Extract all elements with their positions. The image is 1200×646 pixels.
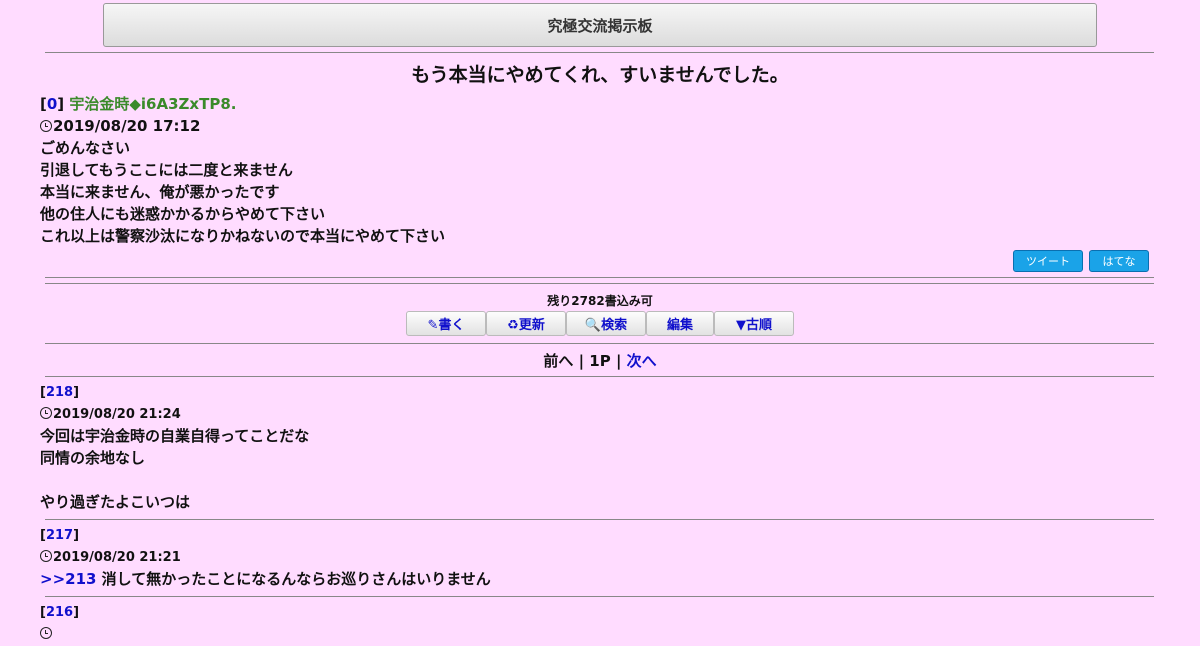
post-date: [40, 624, 53, 646]
divider: [45, 277, 1154, 278]
post-line: やり過ぎたよこいつは: [40, 493, 191, 511]
pager-next-link[interactable]: 次へ: [627, 352, 657, 370]
pager-separator: |: [615, 352, 622, 370]
post-line: >>213 消して無かったことになるんならお巡りさんはいりません: [40, 568, 491, 590]
hatena-button[interactable]: はてな: [1089, 250, 1149, 272]
op-line: 引退してもうここには二度と来ません: [40, 161, 293, 179]
post-number-link[interactable]: 0: [47, 95, 57, 113]
op-header: [0] 宇治金時◆i6A3ZxTP8.: [40, 95, 237, 113]
op-date: 2019/08/20 17:12: [40, 115, 200, 137]
refresh-button[interactable]: ♻更新: [486, 311, 566, 336]
post-line: 今回は宇治金時の自業自得ってことだな: [40, 427, 310, 445]
op-author: 宇治金時◆i6A3ZxTP8.: [69, 95, 237, 113]
post-number-link[interactable]: 216: [46, 605, 73, 620]
divider: [45, 52, 1154, 53]
post-text: 消して無かったことになるんならお巡りさんはいりません: [96, 570, 491, 588]
divider: [45, 519, 1154, 520]
post-header: [217]: [40, 528, 80, 543]
write-button[interactable]: ✎書く: [406, 311, 486, 336]
op-date-text: 2019/08/20 17:12: [53, 117, 201, 135]
post-date-text: 2019/08/20 21:24: [53, 407, 181, 422]
post-number-link[interactable]: 218: [46, 385, 73, 400]
post-header: [218]: [40, 385, 80, 400]
op-line: 本当に来ません、俺が悪かったです: [40, 183, 280, 201]
post-date-text: 2019/08/20 21:21: [53, 550, 181, 565]
toolbar: ✎書く ♻更新 🔍検索 編集 ▼古順: [406, 311, 794, 336]
board-title: 究極交流掲示板: [547, 16, 653, 35]
clock-icon: [40, 120, 52, 132]
pager-prev: 前へ: [543, 352, 574, 370]
clock-icon: [40, 550, 52, 562]
divider: [45, 343, 1154, 344]
remaining-count: 残り2782書込み可: [547, 294, 653, 308]
pager-current: 1P: [589, 352, 611, 370]
op-line: これ以上は警察沙汰になりかねないので本当にやめて下さい: [40, 227, 446, 245]
reply-anchor-link[interactable]: >>213: [40, 570, 96, 588]
thread-title: もう本当にやめてくれ、すいませんでした。: [411, 64, 789, 86]
order-button[interactable]: ▼古順: [714, 311, 794, 336]
post-line: 同情の余地なし: [40, 449, 146, 467]
clock-icon: [40, 627, 52, 639]
op-line: ごめんなさい: [40, 139, 131, 157]
post-header: [216]: [40, 605, 80, 620]
edit-button[interactable]: 編集: [646, 311, 714, 336]
op-line: 他の住人にも迷惑かかるからやめて下さい: [40, 205, 326, 223]
tweet-button[interactable]: ツイート: [1013, 250, 1083, 272]
post-date: 2019/08/20 21:24: [40, 404, 181, 426]
divider: [45, 596, 1154, 597]
divider: [45, 376, 1154, 377]
post-date: 2019/08/20 21:21: [40, 547, 181, 569]
post-number-link[interactable]: 217: [46, 528, 73, 543]
clock-icon: [40, 407, 52, 419]
board-header: 究極交流掲示板: [103, 3, 1097, 47]
divider: [45, 283, 1154, 284]
pager: 前へ | 1P | 次へ: [0, 350, 1200, 371]
search-button[interactable]: 🔍検索: [566, 311, 646, 336]
pager-separator: |: [578, 352, 585, 370]
